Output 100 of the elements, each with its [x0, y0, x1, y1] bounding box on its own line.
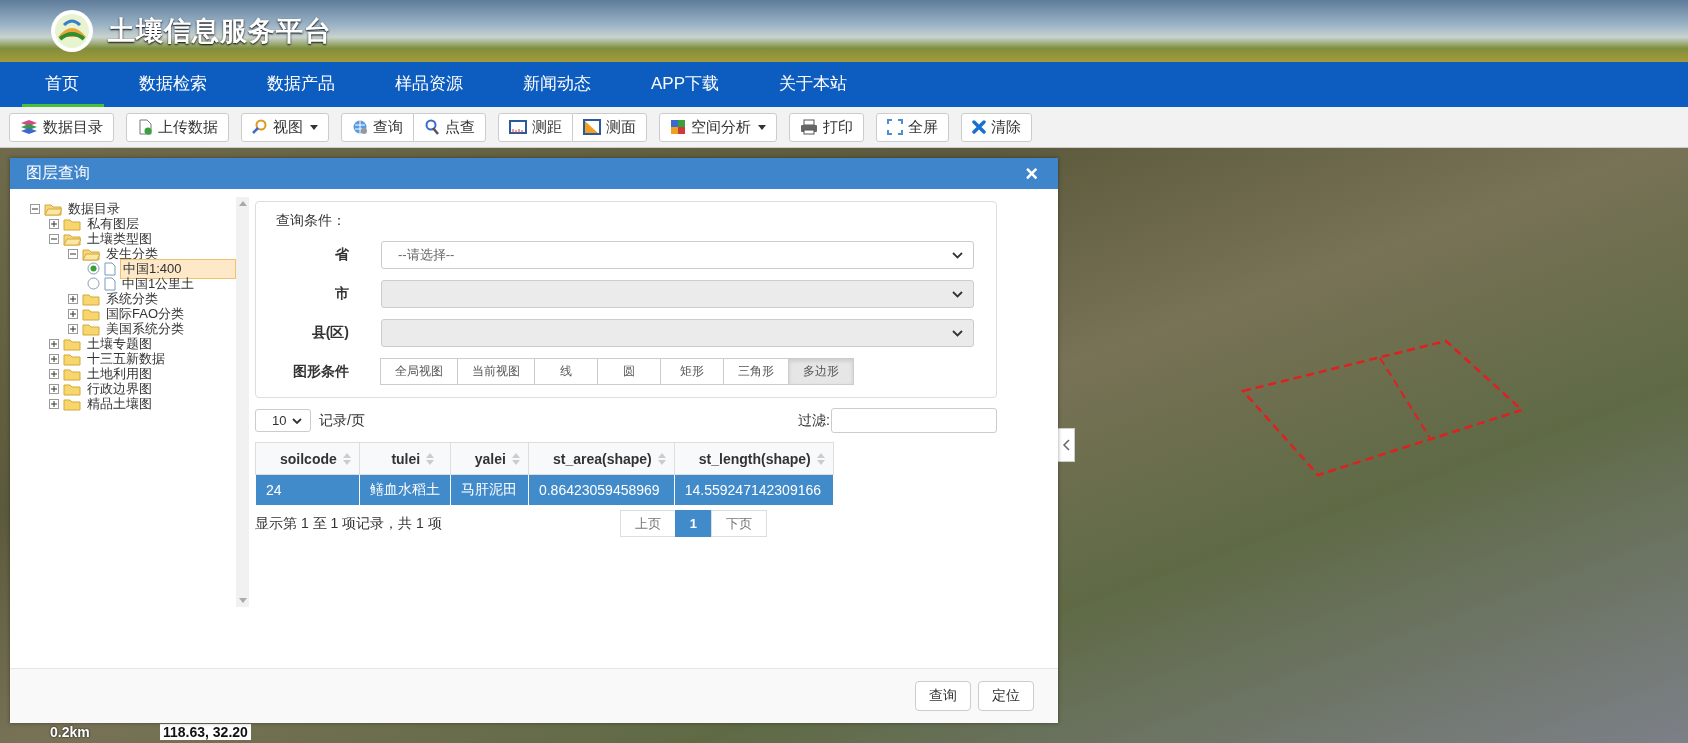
column-header[interactable]: yalei [450, 442, 529, 475]
table-cell: 马肝泥田 [450, 474, 529, 506]
field-label: 市 [334, 285, 350, 303]
folder-icon [63, 396, 81, 411]
toolbar-button[interactable]: 查询 [341, 112, 414, 142]
folder-icon [63, 231, 81, 246]
scroll-down-icon[interactable] [238, 598, 247, 603]
close-button[interactable]: × [1025, 160, 1038, 187]
table-row[interactable]: 24 鳝血水稻土 马肝泥田 0.86423059458969 14.559247142309166 [255, 474, 834, 506]
close-icon [972, 120, 986, 134]
printer-icon [800, 119, 818, 135]
sort-icon [816, 452, 825, 465]
sort-icon [426, 452, 435, 465]
page-button[interactable]: 1 [674, 510, 712, 537]
expand-icon[interactable] [49, 218, 59, 229]
expand-icon[interactable] [49, 368, 59, 379]
expand-icon[interactable] [49, 353, 59, 364]
column-header[interactable]: tulei [359, 442, 451, 475]
column-header[interactable]: soilcode [255, 442, 360, 475]
dialog-title: 图层查询 [26, 163, 90, 183]
grid-icon [670, 119, 686, 135]
scrollbar[interactable] [236, 197, 249, 607]
chevron-down-icon [952, 251, 963, 259]
dropdown-field[interactable]: --请选择-- [381, 241, 974, 269]
toolbar-button[interactable]: 全屏 [876, 112, 949, 142]
area-icon [583, 119, 601, 135]
nav-tab[interactable]: 样品资源 [372, 62, 488, 107]
folder-icon [82, 321, 100, 336]
caret-icon [310, 124, 318, 130]
next-page-button[interactable]: 下页 [711, 510, 767, 537]
table-cell: 鳝血水稻土 [359, 474, 451, 506]
toolbar-button[interactable]: 点查 [413, 112, 486, 142]
radio-button[interactable] [87, 277, 100, 290]
document-icon [104, 276, 116, 291]
column-header[interactable]: st_area(shape) [528, 442, 675, 475]
toolbar-button[interactable]: 空间分析 [659, 112, 777, 142]
ruler-icon [509, 120, 527, 134]
shape-option-button[interactable]: 全局视图 [380, 358, 458, 385]
chevron-down-icon [952, 329, 963, 337]
shape-option-button[interactable]: 三角形 [723, 358, 789, 385]
fullscreen-icon [887, 119, 903, 135]
expand-icon[interactable] [49, 338, 59, 349]
shape-option-button[interactable]: 矩形 [660, 358, 724, 385]
chevron-left-icon [1062, 439, 1070, 451]
expand-icon[interactable] [68, 323, 78, 334]
toolbar-button[interactable]: 清除 [961, 112, 1032, 142]
shape-option-button[interactable]: 圆 [597, 358, 661, 385]
expand-icon[interactable] [68, 308, 78, 319]
caret-icon [758, 124, 766, 130]
collapse-icon[interactable] [68, 248, 78, 259]
scroll-up-icon[interactable] [238, 201, 247, 206]
expand-icon[interactable] [49, 398, 59, 409]
nav-tab[interactable]: 关于本站 [756, 62, 873, 107]
nav-tab[interactable]: 数据检索 [116, 62, 232, 107]
field-label: 县(区) [310, 324, 350, 342]
sort-icon [511, 452, 520, 465]
folder-icon [82, 291, 100, 306]
file-icon [137, 119, 153, 135]
toolbar-button[interactable]: 上传数据 [126, 112, 229, 142]
toolbar-button[interactable]: 测距 [498, 112, 573, 142]
page-size-label: 记录/页 [319, 411, 365, 430]
toolbar-button[interactable]: 打印 [789, 112, 864, 142]
footer-button[interactable]: 查询 [915, 681, 971, 711]
filter-label: 过滤: [798, 411, 830, 430]
collapse-icon[interactable] [49, 233, 59, 244]
expand-icon[interactable] [49, 383, 59, 394]
page-size-select[interactable]: 10 [255, 409, 311, 432]
field-label: 省 [334, 246, 350, 264]
column-header[interactable]: st_length(shape) [674, 442, 834, 475]
footer-button[interactable]: 定位 [978, 681, 1034, 711]
filter-input[interactable] [831, 408, 997, 433]
toolbar-button[interactable]: 测面 [572, 112, 647, 142]
shape-option-button[interactable]: 当前视图 [457, 358, 535, 385]
coordinates-label: 118.63, 32.20 [160, 724, 251, 740]
shape-option-button[interactable]: 多边形 [788, 358, 854, 385]
collapse-icon[interactable] [30, 203, 40, 214]
shape-option-button[interactable]: 线 [534, 358, 598, 385]
map-scale-label: 0.2km [50, 724, 90, 740]
nav-tab[interactable]: 新闻动态 [500, 62, 616, 107]
radio-button[interactable] [87, 262, 100, 275]
folder-icon [82, 246, 100, 261]
folder-icon [63, 216, 81, 231]
folder-icon [44, 201, 62, 216]
table-cell: 24 [255, 474, 360, 506]
sort-icon [342, 452, 351, 465]
document-icon [104, 261, 116, 276]
globe-icon [352, 119, 368, 135]
previous-page-button[interactable]: 上页 [619, 510, 676, 537]
logo-icon [50, 9, 94, 53]
toolbar-button[interactable]: 视图 [241, 112, 329, 142]
nav-tab[interactable]: APP下载 [628, 62, 745, 107]
folder-icon [63, 366, 81, 381]
toolbar-button[interactable]: 数据目录 [9, 112, 114, 142]
folder-icon [82, 306, 100, 321]
record-info: 显示第 1 至 1 项记录，共 1 项 [255, 514, 442, 533]
search-icon [424, 119, 440, 135]
expand-icon[interactable] [68, 293, 78, 304]
field-label: 图形条件 [292, 362, 350, 381]
nav-tab[interactable]: 数据产品 [244, 62, 360, 107]
collapse-handle[interactable] [1058, 428, 1075, 462]
